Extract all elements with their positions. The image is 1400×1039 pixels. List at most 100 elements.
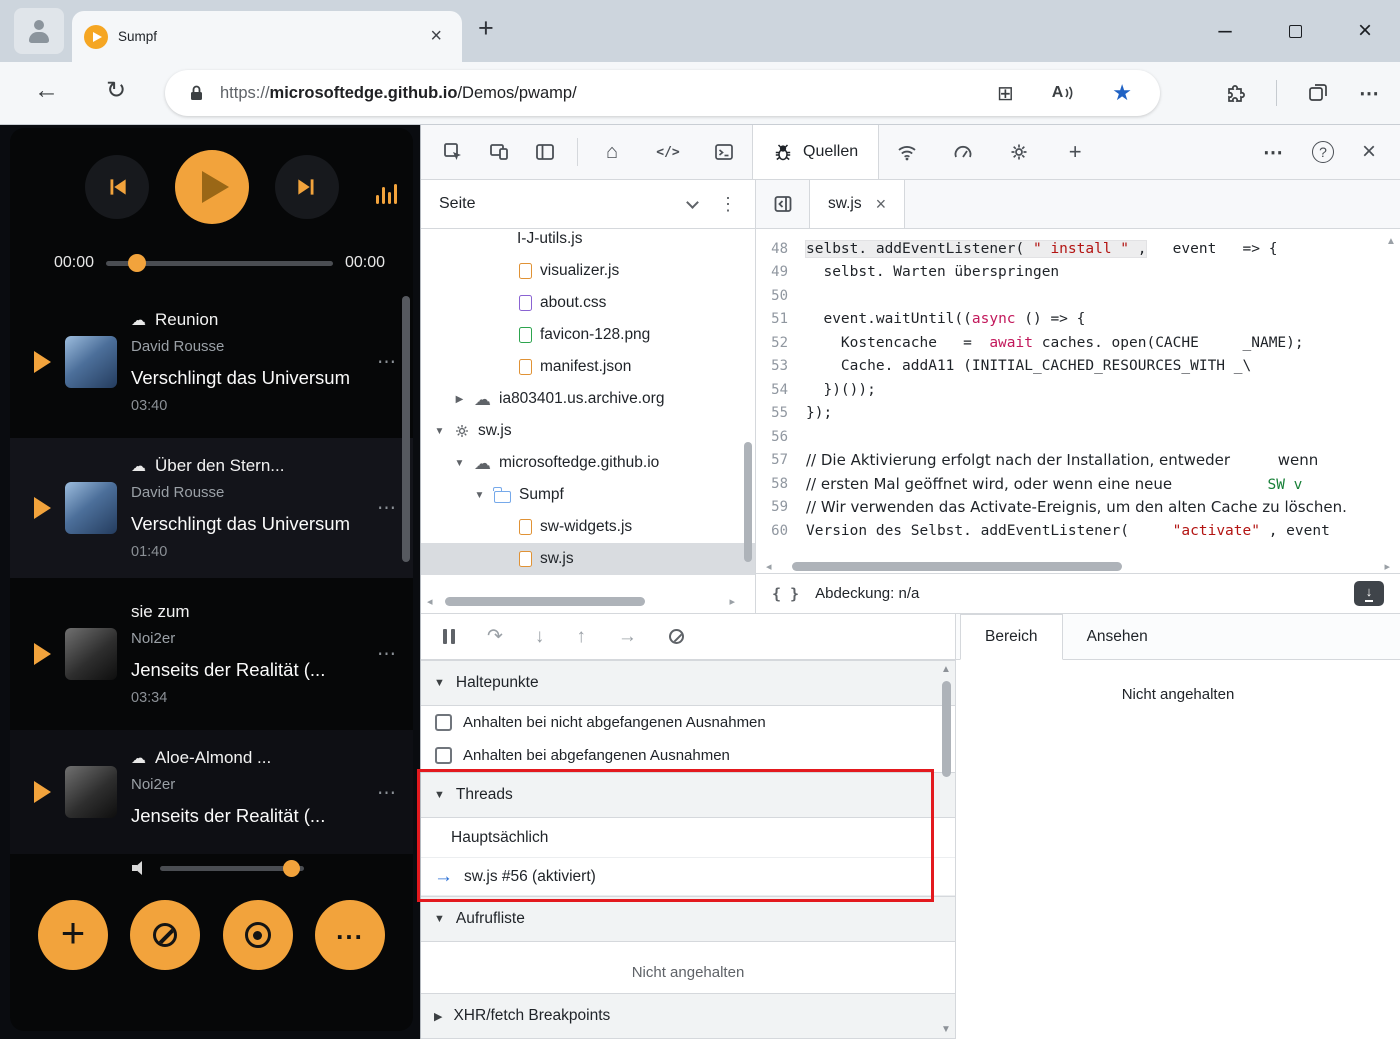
tree-item[interactable]: ▼ Sumpf bbox=[421, 479, 755, 511]
breakpoints-section-header[interactable]: ▼ Haltepunkte bbox=[421, 660, 955, 706]
threads-section-header[interactable]: ▼ Threads bbox=[421, 772, 955, 818]
tab-performance[interactable] bbox=[935, 125, 991, 179]
next-track-button[interactable] bbox=[274, 155, 339, 219]
tab-scope[interactable]: Bereich bbox=[960, 614, 1063, 660]
breakpoint-option[interactable]: Anhalten bei nicht abgefangenen Ausnahme… bbox=[421, 706, 955, 739]
browser-tab[interactable]: Sumpf × bbox=[72, 11, 462, 62]
previous-track-button[interactable] bbox=[84, 155, 149, 219]
tab-close-icon[interactable]: × bbox=[876, 194, 887, 215]
chevron-down-icon[interactable]: ▼ bbox=[453, 458, 466, 469]
split-screen-icon[interactable]: ⊞ bbox=[997, 81, 1014, 106]
track-menu-button[interactable]: ⋯ bbox=[377, 497, 397, 520]
collapse-triangle-icon[interactable]: ▶ bbox=[434, 1010, 442, 1023]
pretty-print-icon[interactable]: { } bbox=[772, 585, 799, 603]
step-over-icon[interactable]: ↷ bbox=[487, 625, 503, 648]
tree-item-selected[interactable]: sw.js bbox=[421, 543, 755, 575]
devtools-help-icon[interactable]: ? bbox=[1311, 141, 1334, 163]
file-pane-vscrollbar[interactable] bbox=[744, 442, 752, 562]
chevron-down-icon[interactable] bbox=[686, 195, 699, 209]
tab-application[interactable] bbox=[991, 125, 1047, 179]
tree-item[interactable]: about.css bbox=[421, 287, 755, 319]
tab-console[interactable] bbox=[696, 125, 752, 179]
track-play-icon[interactable] bbox=[34, 781, 51, 803]
pause-icon[interactable] bbox=[443, 629, 455, 644]
add-panel-button[interactable]: + bbox=[1047, 125, 1103, 179]
code-editor[interactable]: 48 selbst. addEventListener( " install " … bbox=[756, 229, 1400, 559]
add-song-button[interactable]: + bbox=[38, 900, 108, 970]
scrollbar-thumb[interactable] bbox=[791, 561, 1122, 571]
tree-item[interactable]: visualizer.js bbox=[421, 255, 755, 287]
tab-welcome[interactable]: ⌂ bbox=[584, 125, 640, 179]
debugger-vscrollbar[interactable]: ▲ ▼ bbox=[939, 664, 953, 1035]
scroll-down-icon[interactable]: ▼ bbox=[939, 1024, 953, 1035]
playlist-item[interactable]: ☁ Reunion David Rousse Verschlingt das Un… bbox=[10, 292, 413, 432]
tree-item[interactable]: ▼ sw.js bbox=[421, 415, 755, 447]
step-icon[interactable]: → bbox=[618, 626, 637, 648]
tab-network[interactable] bbox=[879, 125, 935, 179]
chevron-right-icon[interactable]: ▶ bbox=[453, 394, 466, 405]
collapse-triangle-icon[interactable]: ▼ bbox=[434, 913, 445, 925]
deactivate-breakpoints-icon[interactable] bbox=[668, 629, 684, 644]
profile-avatar[interactable] bbox=[14, 8, 64, 54]
back-button[interactable]: ← bbox=[34, 76, 59, 105]
scroll-left-icon[interactable]: ◂ bbox=[427, 595, 433, 608]
chevron-down-icon[interactable]: ▼ bbox=[473, 490, 486, 501]
clear-playlist-button[interactable] bbox=[130, 900, 201, 970]
seek-knob[interactable] bbox=[128, 254, 147, 272]
scroll-right-icon[interactable]: ▸ bbox=[1384, 560, 1390, 573]
read-aloud-icon[interactable]: A bbox=[1052, 84, 1075, 102]
browser-essentials-icon[interactable] bbox=[1307, 82, 1329, 104]
tree-item[interactable]: manifest.json bbox=[421, 351, 755, 383]
playlist-item[interactable]: ☁ Aloe-Almond ... Noi2er Jenseits der Rea… bbox=[10, 730, 413, 854]
refresh-button[interactable]: ↻ bbox=[106, 76, 126, 105]
kebab-menu-icon[interactable]: ⋮ bbox=[719, 194, 737, 215]
window-maximize-button[interactable] bbox=[1260, 17, 1330, 45]
file-pane-hscrollbar[interactable]: ◂ ▸ bbox=[423, 594, 739, 608]
playlist-item[interactable]: sie zum Noi2er Jenseits der Realität (..… bbox=[10, 584, 413, 724]
tab-watch[interactable]: Ansehen bbox=[1063, 614, 1172, 659]
tree-item[interactable]: ▶ ☁ ia803401.us.archive.org bbox=[421, 383, 755, 415]
tree-item[interactable]: sw-widgets.js bbox=[421, 511, 755, 543]
playlist-scrollbar[interactable] bbox=[402, 296, 410, 562]
devtools-more-icon[interactable]: ⋯ bbox=[1263, 140, 1284, 165]
editor-hscrollbar[interactable]: ◂ ▸ bbox=[756, 559, 1400, 573]
play-button[interactable] bbox=[174, 150, 249, 224]
inspect-icon[interactable] bbox=[443, 142, 463, 162]
checkbox[interactable] bbox=[435, 714, 452, 731]
editor-tab-swjs[interactable]: sw.js × bbox=[810, 180, 906, 228]
lock-icon[interactable] bbox=[189, 84, 204, 102]
tree-item[interactable]: I-J-utils.js bbox=[421, 223, 755, 255]
extensions-puzzle-icon[interactable] bbox=[1224, 82, 1246, 104]
tab-sources[interactable]: Quellen bbox=[752, 125, 880, 179]
volume-knob[interactable] bbox=[283, 859, 300, 877]
scroll-up-icon[interactable]: ▲ bbox=[1386, 236, 1396, 247]
download-button[interactable]: ↓ bbox=[1354, 581, 1384, 606]
volume-slider[interactable] bbox=[160, 859, 304, 877]
track-play-icon[interactable] bbox=[34, 643, 51, 665]
scrollbar-thumb[interactable] bbox=[941, 681, 951, 777]
collapse-sidebar-icon[interactable] bbox=[756, 180, 810, 228]
track-menu-button[interactable]: ⋯ bbox=[377, 782, 397, 805]
track-play-icon[interactable] bbox=[34, 351, 51, 373]
xhr-breakpoints-section-header[interactable]: ▶ XHR/fetch Breakpoints bbox=[421, 993, 955, 1039]
tab-page[interactable]: Seite bbox=[439, 195, 475, 213]
new-tab-button[interactable]: + bbox=[478, 13, 494, 44]
tab-elements[interactable]: </> bbox=[640, 125, 696, 179]
window-close-button[interactable]: × bbox=[1330, 17, 1400, 45]
callstack-section-header[interactable]: ▼ Aufrufliste bbox=[421, 896, 955, 942]
player-more-button[interactable]: ... bbox=[314, 900, 385, 970]
scroll-left-icon[interactable]: ◂ bbox=[766, 560, 772, 573]
thread-main[interactable]: Hauptsächlich bbox=[421, 818, 955, 858]
devtools-close-icon[interactable]: × bbox=[1362, 138, 1376, 166]
track-menu-button[interactable]: ⋯ bbox=[377, 643, 397, 666]
settings-menu-icon[interactable]: ⋯ bbox=[1359, 81, 1380, 106]
chevron-down-icon[interactable]: ▼ bbox=[433, 426, 446, 437]
scroll-up-icon[interactable]: ▲ bbox=[941, 664, 951, 675]
dock-panel-icon[interactable] bbox=[535, 142, 555, 162]
step-out-icon[interactable]: ↑ bbox=[576, 626, 586, 648]
scrollbar-thumb[interactable] bbox=[444, 596, 645, 606]
track-play-icon[interactable] bbox=[34, 497, 51, 519]
record-button[interactable] bbox=[222, 900, 293, 970]
seek-slider[interactable] bbox=[106, 254, 333, 272]
checkbox[interactable] bbox=[435, 747, 452, 764]
